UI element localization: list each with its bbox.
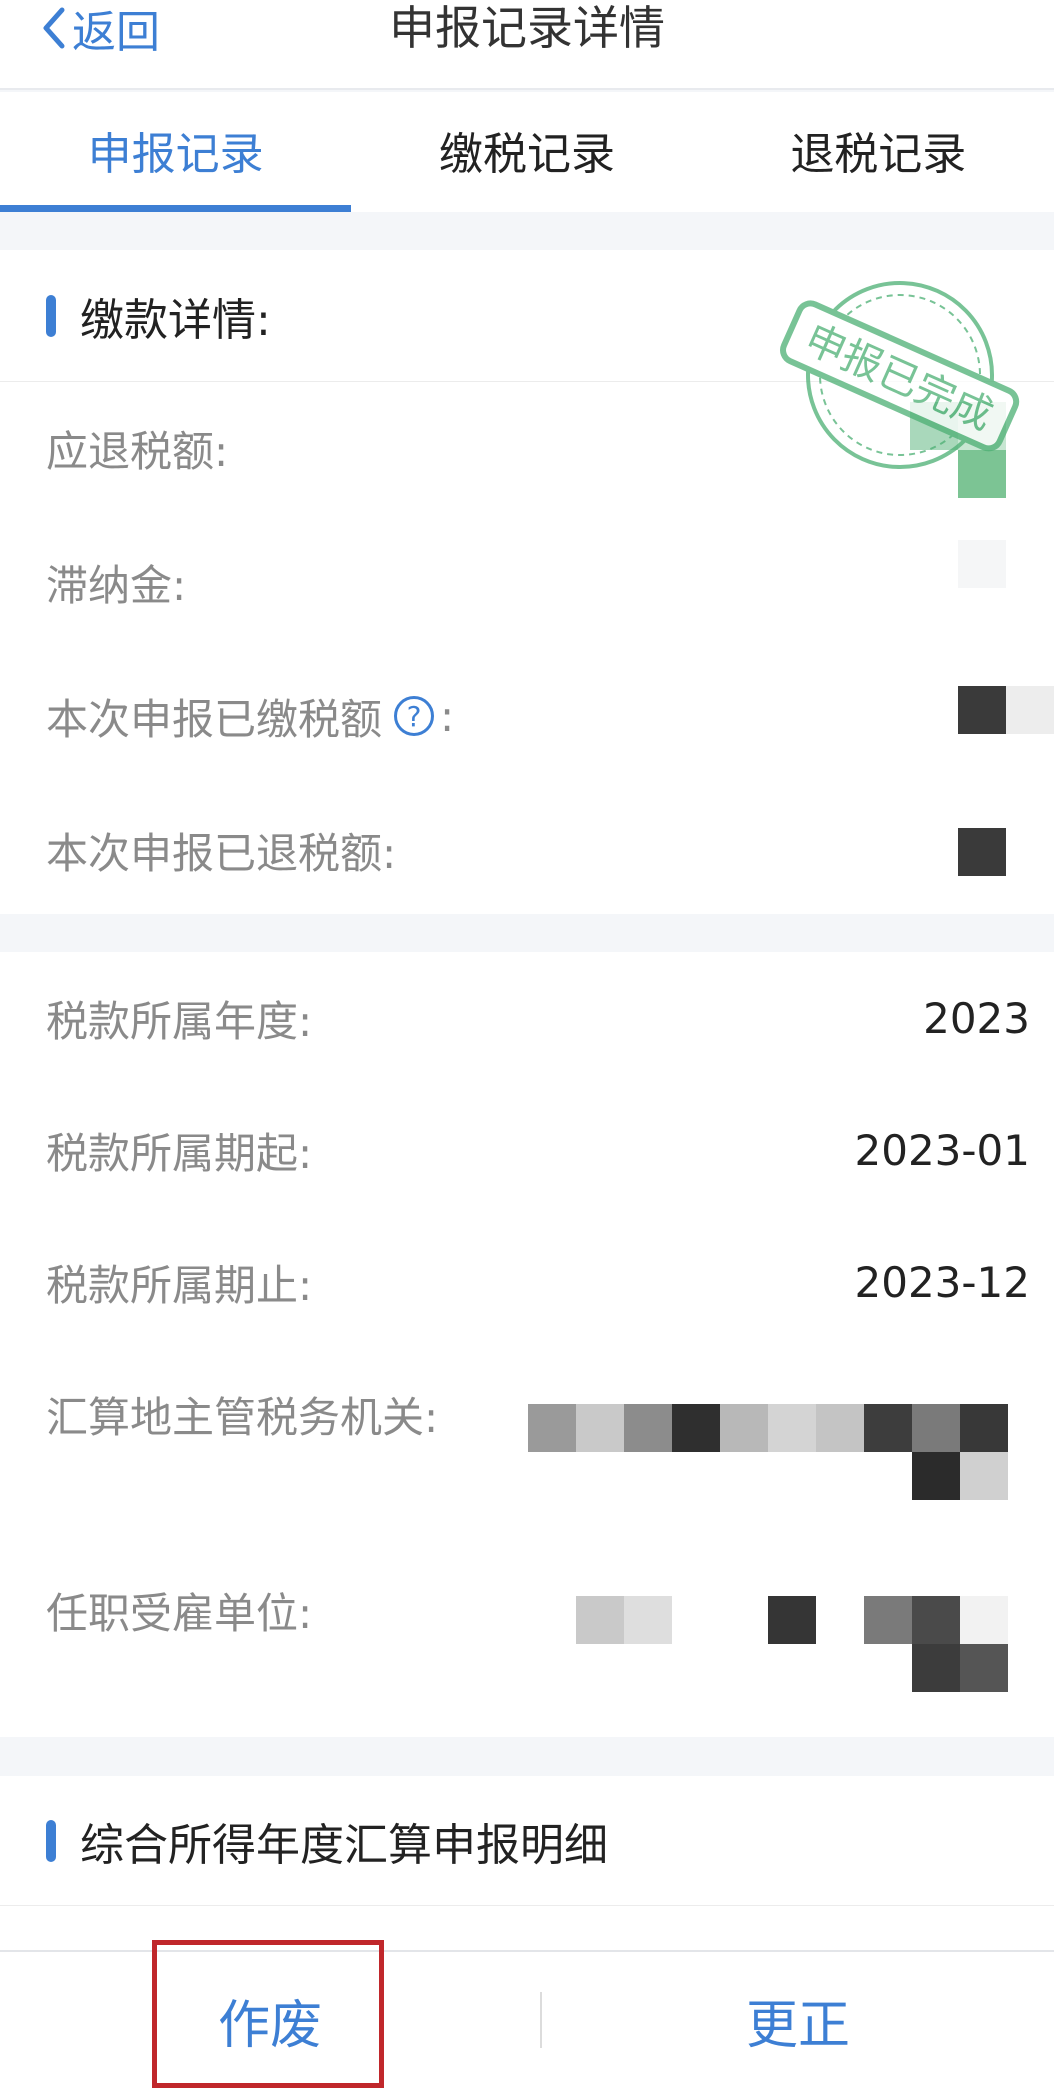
redacted-refunded-tax (958, 828, 1006, 876)
page-title: 申报记录详情 (389, 1, 665, 55)
period-end-value: 2023-12 (854, 1257, 1031, 1307)
paid-tax-label-colon: : (440, 691, 455, 741)
declaration-complete-stamp: 申报已完成 (780, 281, 1020, 469)
late-fee-label: 滞纳金: (46, 560, 187, 610)
tab-refund-records[interactable]: 退税记录 (703, 92, 1054, 212)
paid-tax-label: 本次申报已缴税额 ? : (46, 686, 454, 747)
correct-button[interactable]: 更正 (542, 1983, 1054, 2058)
void-button-highlight (152, 1940, 384, 2088)
period-start-row: 税款所属期起: 2023-01 (46, 1120, 1030, 1180)
tab-declaration-records[interactable]: 申报记录 (0, 92, 352, 212)
paid-tax-row: 本次申报已缴税额 ? : (46, 686, 1030, 746)
redacted-late-fee (958, 540, 1006, 588)
section-marker (46, 294, 56, 337)
refund-due-label: 应退税额: (46, 426, 229, 476)
refunded-tax-label: 本次申报已退税额: (46, 828, 397, 878)
section-marker (46, 1819, 56, 1862)
tab-bar: 申报记录 缴税记录 退税记录 (0, 92, 1054, 212)
tax-year-row: 税款所属年度: 2023 (46, 988, 1030, 1048)
tax-year-label: 税款所属年度: (46, 996, 313, 1046)
refunded-tax-row: 本次申报已退税额: (46, 820, 1030, 880)
period-end-row: 税款所属期止: 2023-12 (46, 1252, 1030, 1312)
period-end-label: 税款所属期止: (46, 1260, 313, 1310)
payment-details-title: 缴款详情: (80, 294, 271, 346)
help-icon[interactable]: ? (394, 696, 435, 736)
period-start-value: 2023-01 (854, 1125, 1031, 1175)
redacted-tax-authority (528, 1404, 1008, 1500)
tab-payment-records[interactable]: 缴税记录 (351, 92, 702, 212)
annual-detail-title: 综合所得年度汇算申报明细 (80, 1819, 608, 1871)
late-fee-row: 滞纳金: (46, 552, 1030, 612)
nav-header: 返回 申报记录详情 (0, 0, 1054, 90)
redacted-employer (528, 1596, 1008, 1692)
paid-tax-label-text: 本次申报已缴税额 (46, 694, 383, 744)
annual-detail-header[interactable]: 综合所得年度汇算申报明细 (0, 1776, 1054, 1906)
redacted-paid-tax (958, 686, 1054, 734)
period-start-label: 税款所属期起: (46, 1128, 313, 1178)
tax-authority-label: 汇算地主管税务机关: (46, 1392, 439, 1442)
employer-label: 任职受雇单位: (46, 1588, 313, 1638)
tax-year-value: 2023 (923, 993, 1030, 1043)
